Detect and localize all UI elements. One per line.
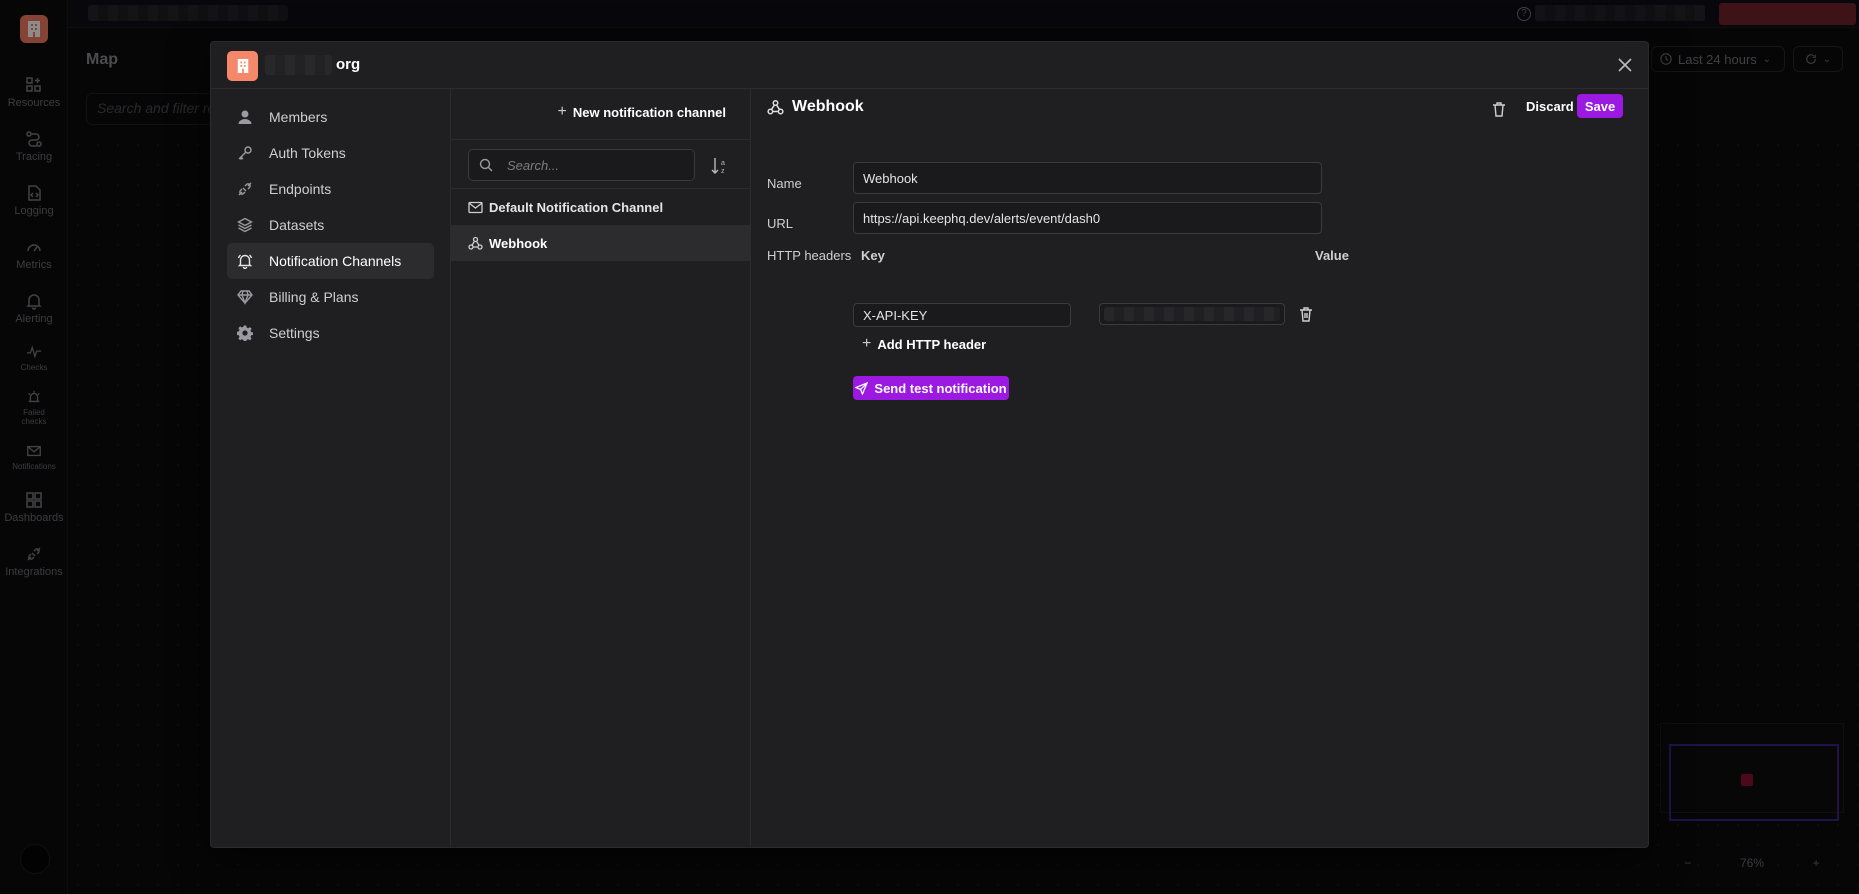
nav-item-notification-channels[interactable]: Notification Channels — [227, 243, 434, 279]
channel-list-panel: + New notification channel az Default No… — [451, 89, 751, 847]
nav-item-billing[interactable]: Billing & Plans — [227, 279, 434, 315]
close-icon[interactable] — [1615, 55, 1635, 75]
nav-label: Billing & Plans — [269, 289, 359, 305]
org-name: org — [336, 56, 361, 73]
plus-icon: + — [862, 335, 872, 352]
layers-icon — [237, 217, 253, 233]
plug-icon — [238, 182, 252, 196]
channel-search — [468, 149, 695, 181]
channel-label: Webhook — [489, 235, 548, 251]
building-icon — [237, 59, 248, 73]
new-notification-channel-button[interactable]: + New notification channel — [558, 103, 726, 121]
send-test-label: Send test notification — [874, 380, 1007, 396]
user-icon — [238, 110, 252, 124]
sort-az-icon[interactable]: az — [709, 155, 731, 177]
settings-modal: org Members Auth Tokens Endpoints Datase… — [210, 41, 1649, 848]
send-test-notification-button[interactable]: Send test notification — [853, 376, 1009, 400]
channel-item-default[interactable]: Default Notification Channel — [451, 189, 750, 225]
nav-item-datasets[interactable]: Datasets — [227, 207, 434, 243]
channel-list: Default Notification Channel Webhook — [451, 189, 750, 261]
channel-detail: Webhook Discard Save Name URL HTTP heade… — [751, 89, 1648, 847]
webhook-icon — [468, 236, 483, 250]
channel-title: Webhook — [767, 98, 864, 116]
key-column-header: Key — [861, 248, 885, 263]
org-logo — [227, 51, 258, 81]
search-icon — [479, 158, 493, 172]
bell-icon — [237, 254, 253, 269]
discard-button[interactable]: Discard — [1526, 99, 1574, 114]
channel-search-input[interactable] — [507, 157, 677, 173]
gem-icon — [237, 290, 253, 305]
delete-channel-icon[interactable] — [1490, 100, 1508, 118]
channel-title-text: Webhook — [792, 98, 864, 115]
key-icon — [238, 146, 252, 160]
name-input[interactable] — [853, 162, 1322, 194]
nav-label: Settings — [269, 325, 320, 341]
redacted-org-name — [265, 55, 332, 75]
channel-item-webhook[interactable]: Webhook — [451, 225, 750, 261]
add-header-label: Add HTTP header — [877, 336, 987, 352]
webhook-icon — [767, 100, 784, 115]
http-headers-label: HTTP headers — [767, 248, 852, 263]
modal-header: org — [211, 42, 1648, 89]
plus-icon: + — [557, 103, 567, 120]
url-input[interactable] — [853, 202, 1322, 234]
nav-label: Datasets — [269, 217, 325, 233]
settings-nav: Members Auth Tokens Endpoints Datasets N… — [211, 89, 451, 847]
header-key-input[interactable] — [853, 303, 1071, 327]
nav-label: Members — [269, 109, 328, 125]
nav-item-members[interactable]: Members — [227, 99, 434, 135]
header-value-input[interactable] — [1099, 303, 1285, 325]
add-http-header-button[interactable]: + Add HTTP header — [862, 335, 986, 353]
nav-label: Notification Channels — [269, 253, 402, 269]
nav-item-settings[interactable]: Settings — [227, 315, 434, 351]
save-button[interactable]: Save — [1577, 94, 1623, 118]
nav-label: Auth Tokens — [269, 145, 346, 161]
new-channel-label: New notification channel — [572, 104, 726, 120]
name-label: Name — [767, 176, 802, 191]
delete-header-icon[interactable] — [1298, 305, 1314, 323]
svg-text:a: a — [721, 160, 725, 167]
url-label: URL — [767, 216, 794, 231]
nav-item-endpoints[interactable]: Endpoints — [227, 171, 434, 207]
gear-icon — [237, 325, 253, 341]
nav-item-auth-tokens[interactable]: Auth Tokens — [227, 135, 434, 171]
nav-label: Endpoints — [269, 181, 332, 197]
value-column-header: Value — [1315, 248, 1349, 263]
send-icon — [855, 381, 869, 395]
channel-label: Default Notification Channel — [489, 199, 664, 215]
mail-icon — [468, 201, 483, 213]
redacted-header-value — [1104, 307, 1280, 321]
channel-search-row: az — [451, 139, 750, 189]
svg-text:z: z — [721, 168, 725, 175]
